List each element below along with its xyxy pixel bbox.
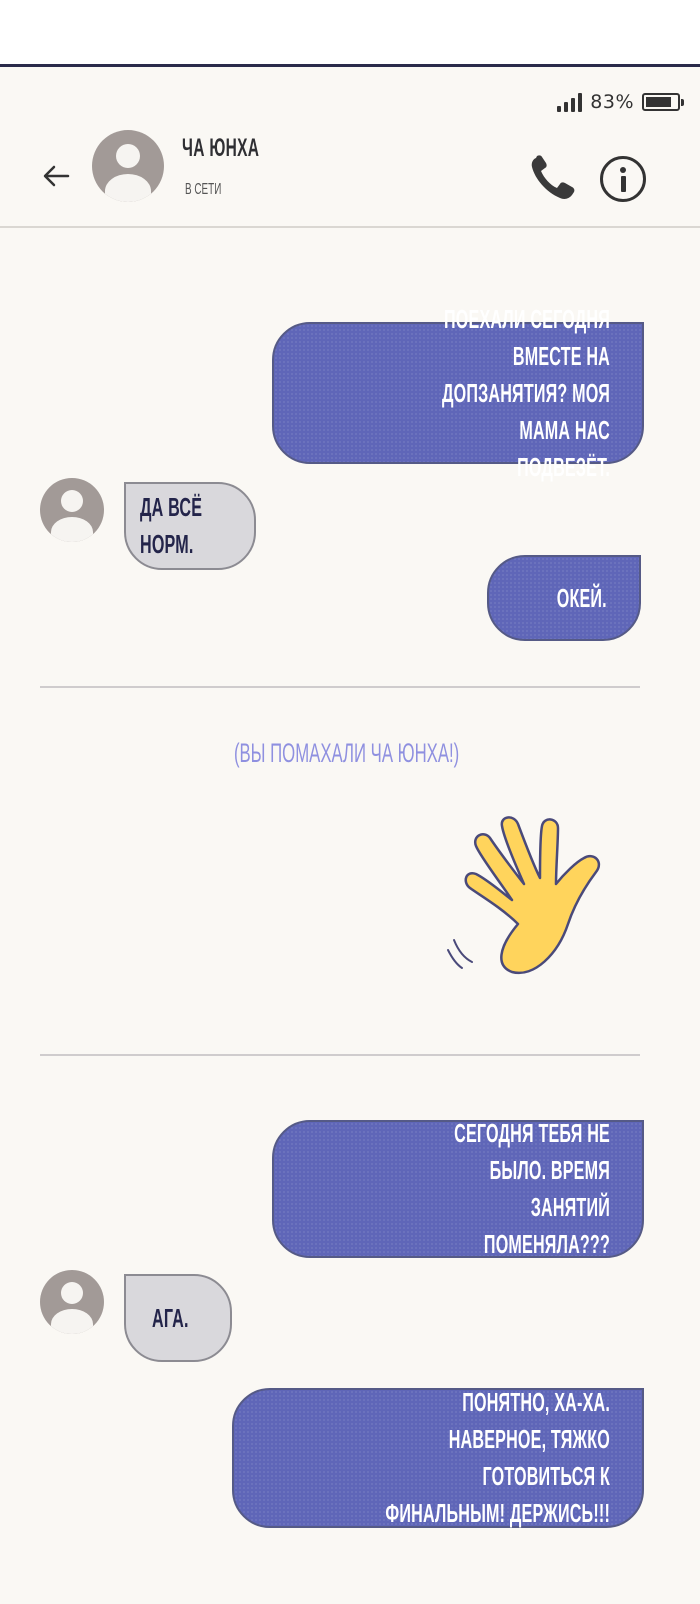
contact-avatar[interactable]	[92, 130, 164, 202]
status-bar: 83%	[557, 88, 684, 116]
message-bubble-outgoing[interactable]: ПОЕХАЛИ СЕГОДНЯ ВМЕСТЕ НА ДОПЗАНЯТИЯ? МО…	[272, 304, 644, 482]
message-text: ПОЕХАЛИ СЕГОДНЯ ВМЕСТЕ НА ДОПЗАНЯТИЯ? МО…	[441, 303, 610, 482]
contact-status: В СЕТИ	[185, 181, 222, 198]
arrow-left-icon[interactable]	[38, 158, 74, 194]
message-bubble-outgoing[interactable]: СЕГОДНЯ ТЕБЯ НЕ БЫЛО. ВРЕМЯ ЗАНЯТИЙ ПОМЕ…	[272, 1118, 644, 1259]
message-text: АГА.	[152, 1302, 189, 1333]
contact-name[interactable]: ЧА ЮНХА	[182, 134, 259, 163]
battery-icon	[642, 93, 684, 111]
sender-avatar[interactable]	[40, 1270, 104, 1334]
section-divider	[40, 686, 640, 688]
top-strip	[0, 0, 700, 66]
section-divider	[40, 1054, 640, 1056]
sender-avatar[interactable]	[40, 478, 104, 542]
message-text: СЕГОДНЯ ТЕБЯ НЕ БЫЛО. ВРЕМЯ ЗАНЯТИЙ ПОМЕ…	[454, 1118, 610, 1259]
message-text: ОКЕЙ.	[556, 582, 607, 613]
message-text: ДА ВСЁ НОРМ.	[140, 492, 203, 559]
message-bubble-incoming[interactable]: ДА ВСЁ НОРМ.	[124, 482, 256, 570]
message-text: ПОНЯТНО, ХА-ХА. НАВЕРНОЕ, ТЯЖКО ГОТОВИТЬ…	[385, 1387, 610, 1528]
message-bubble-incoming[interactable]: АГА.	[124, 1274, 232, 1362]
header-divider	[0, 226, 700, 228]
message-bubble-outgoing[interactable]: ПОНЯТНО, ХА-ХА. НАВЕРНОЕ, ТЯЖКО ГОТОВИТЬ…	[232, 1387, 644, 1528]
signal-icon	[557, 92, 583, 112]
phone-icon[interactable]	[528, 154, 580, 202]
waving-hand-icon	[447, 816, 601, 975]
info-icon[interactable]	[600, 156, 646, 202]
battery-percent: 83%	[590, 91, 634, 113]
wave-system-message: (ВЫ ПОМАХАЛИ ЧА ЮНХА!)	[233, 738, 460, 768]
message-bubble-outgoing[interactable]: ОКЕЙ.	[487, 555, 641, 641]
battery-level-fill	[646, 97, 671, 107]
